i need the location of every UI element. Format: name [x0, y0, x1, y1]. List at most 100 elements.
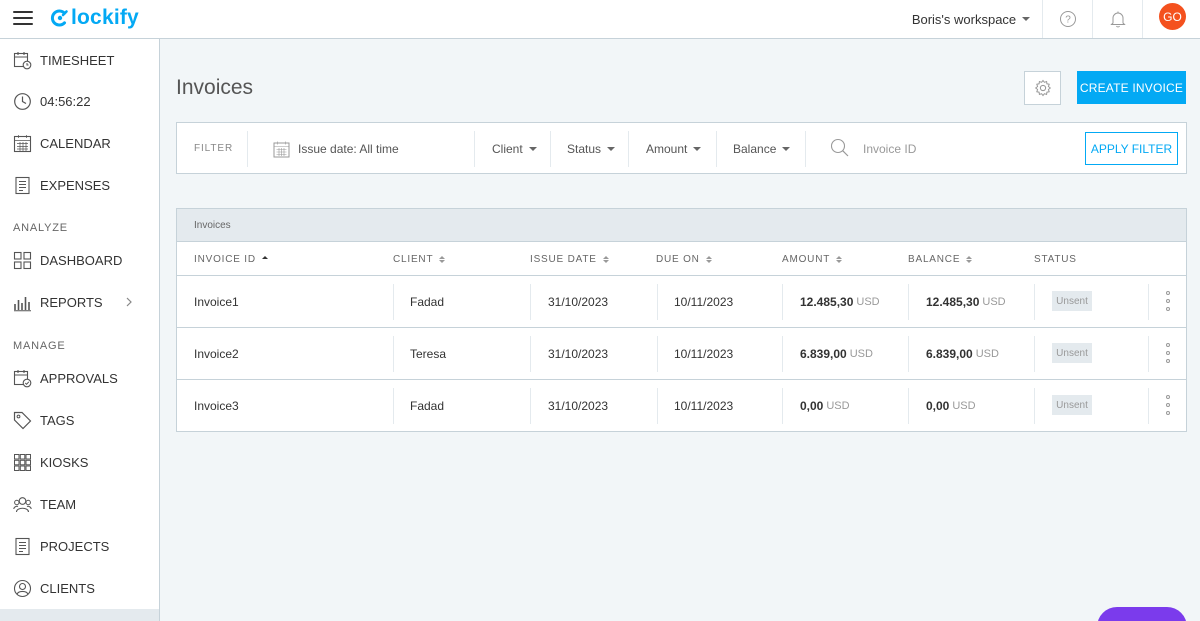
timesheet-icon: [13, 51, 32, 69]
create-invoice-button[interactable]: CREATE INVOICE: [1077, 71, 1186, 104]
column-header-label: INVOICE ID: [194, 254, 256, 265]
sidebar-item-expenses[interactable]: EXPENSES: [0, 164, 159, 206]
sidebar: TIMESHEET 04:56:22 CALENDAR EXPENSES ANA…: [0, 39, 160, 621]
issue-date-filter[interactable]: Issue date: All time: [273, 138, 399, 160]
sort-icon: [602, 256, 609, 263]
divider: [908, 388, 909, 424]
more-options-icon[interactable]: [1165, 291, 1171, 311]
apply-filter-button[interactable]: APPLY FILTER: [1085, 132, 1178, 165]
table-row[interactable]: Invoice3 Fadad 31/10/2023 10/11/2023 0,0…: [177, 380, 1186, 432]
divider: [782, 388, 783, 424]
client-cell: Teresa: [410, 346, 447, 361]
gear-icon: [1034, 79, 1051, 97]
divider: [247, 131, 248, 167]
invoice-settings-button[interactable]: [1024, 71, 1061, 105]
divider: [782, 284, 783, 320]
amount-filter-dropdown[interactable]: Amount: [646, 138, 702, 160]
divider: [908, 284, 909, 320]
status-badge: Unsent: [1052, 343, 1092, 363]
divider: [530, 336, 531, 372]
sidebar-item-calendar[interactable]: CALENDAR: [0, 122, 159, 164]
balance-filter-dropdown[interactable]: Balance: [733, 138, 791, 160]
section-analyze: ANALYZE: [13, 222, 68, 234]
sidebar-item-label: PROJECTS: [40, 538, 110, 554]
issue-date-cell: 31/10/2023: [548, 398, 609, 413]
issue-date-label: Issue date: All time: [298, 142, 399, 156]
amount-value: 6.839,00: [800, 346, 847, 361]
more-options-icon[interactable]: [1165, 395, 1171, 415]
clockify-logo-icon: [50, 9, 68, 27]
balance-value: 6.839,00: [926, 346, 973, 361]
divider: [657, 388, 658, 424]
chevron-right-icon: [126, 297, 132, 307]
divider: [657, 336, 658, 372]
chat-widget-button[interactable]: [1097, 607, 1187, 621]
sort-icon: [966, 256, 973, 263]
clock-icon: [14, 92, 31, 110]
sidebar-item-label: 04:56:22: [40, 93, 91, 109]
sidebar-item-timesheet[interactable]: TIMESHEET: [0, 39, 159, 81]
sort-icon: [439, 256, 446, 263]
sidebar-item-timer[interactable]: 04:56:22: [0, 80, 159, 122]
divider: [657, 284, 658, 320]
divider: [628, 131, 629, 167]
column-header-client[interactable]: CLIENT: [393, 254, 446, 265]
due-date-cell: 10/11/2023: [674, 398, 734, 413]
notifications-button[interactable]: [1093, 0, 1143, 38]
calendar-icon: [273, 141, 290, 157]
client-filter-dropdown[interactable]: Client: [492, 138, 537, 160]
invoice-id-cell[interactable]: Invoice2: [194, 328, 239, 379]
sidebar-item-label: TAGS: [40, 412, 75, 428]
column-header-invoice-id[interactable]: INVOICE ID: [194, 254, 268, 265]
sidebar-item-active-partial[interactable]: [0, 609, 159, 621]
divider: [1034, 336, 1035, 372]
sidebar-item-label: KIOSKS: [40, 454, 89, 470]
status-filter-dropdown[interactable]: Status: [567, 138, 616, 160]
workspace-switcher[interactable]: Boris's workspace: [900, 0, 1043, 38]
logo-text: lockify: [71, 6, 139, 29]
sidebar-item-label: REPORTS: [40, 294, 103, 310]
balance-cell: 12.485,30 USD: [926, 276, 1006, 327]
column-header-due-on[interactable]: DUE ON: [656, 254, 712, 265]
divider: [908, 336, 909, 372]
chevron-down-icon: [1022, 17, 1031, 21]
sidebar-item-team[interactable]: TEAM: [0, 483, 159, 525]
column-header-label: DUE ON: [656, 254, 700, 265]
table-row[interactable]: Invoice1 Fadad 31/10/2023 10/11/2023 12.…: [177, 276, 1186, 328]
sidebar-item-label: EXPENSES: [40, 177, 111, 193]
client-cell: Fadad: [410, 294, 445, 309]
clockify-logo[interactable]: lockify: [50, 6, 139, 30]
invoice-id-cell[interactable]: Invoice3: [194, 380, 239, 431]
column-header-amount[interactable]: AMOUNT: [782, 254, 843, 265]
column-header-balance[interactable]: BALANCE: [908, 254, 973, 265]
status-filter-label: Status: [567, 142, 602, 156]
sidebar-item-clients[interactable]: CLIENTS: [0, 567, 159, 609]
expenses-icon: [15, 176, 30, 194]
chevron-down-icon: [782, 147, 791, 151]
sidebar-item-approvals[interactable]: APPROVALS: [0, 357, 159, 399]
projects-icon: [15, 537, 30, 555]
divider: [393, 388, 394, 424]
sidebar-item-label: CALENDAR: [40, 135, 111, 151]
sidebar-item-kiosks[interactable]: KIOSKS: [0, 441, 159, 483]
help-button[interactable]: ?: [1043, 0, 1093, 38]
sort-icon: [836, 256, 843, 263]
sidebar-item-dashboard[interactable]: DASHBOARD: [0, 239, 159, 281]
more-options-icon[interactable]: [1165, 343, 1171, 363]
divider: [393, 284, 394, 320]
table-row[interactable]: Invoice2 Teresa 31/10/2023 10/11/2023 6.…: [177, 328, 1186, 380]
avatar[interactable]: GO: [1159, 3, 1186, 30]
client-filter-label: Client: [492, 142, 523, 156]
sidebar-item-tags[interactable]: TAGS: [0, 399, 159, 441]
hamburger-menu-icon[interactable]: [13, 9, 33, 27]
column-header-issue-date[interactable]: ISSUE DATE: [530, 254, 609, 265]
approvals-icon: [13, 369, 32, 387]
filter-label: FILTER: [194, 143, 234, 154]
invoice-id-cell[interactable]: Invoice1: [194, 276, 239, 327]
invoice-id-search-input[interactable]: [863, 139, 1063, 159]
clients-icon: [13, 579, 32, 597]
due-date-cell: 10/11/2023: [674, 346, 734, 361]
workspace-name: Boris's workspace: [911, 11, 1017, 27]
sidebar-item-projects[interactable]: PROJECTS: [0, 525, 159, 567]
sidebar-item-reports[interactable]: REPORTS: [0, 281, 159, 323]
